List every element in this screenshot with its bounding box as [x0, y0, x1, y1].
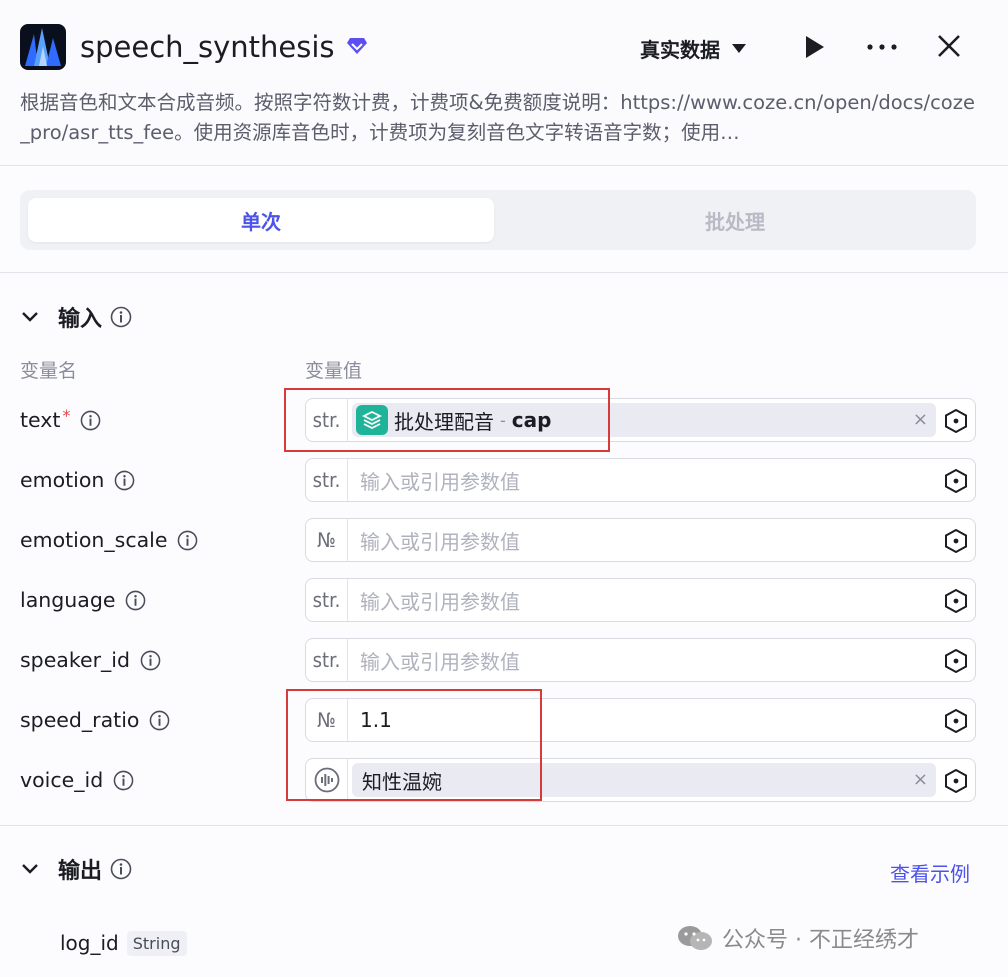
type-chip-number: №	[306, 519, 348, 561]
variable-picker-icon[interactable]	[943, 468, 969, 494]
param-label-speaker-id: speaker_id	[20, 638, 161, 682]
clear-reference-icon[interactable]: ×	[913, 409, 928, 430]
param-name: text	[20, 408, 61, 432]
variable-picker-icon[interactable]	[943, 528, 969, 554]
type-chip-number: №	[306, 699, 348, 741]
param-name: emotion_scale	[20, 528, 168, 552]
input-section-title: 输入	[58, 307, 103, 332]
watermark-text: 公众号 · 不正经绣才	[722, 928, 919, 953]
col-header-value: 变量值	[305, 360, 363, 382]
chevron-down-icon[interactable]	[20, 859, 40, 879]
param-label-text: text *	[20, 398, 101, 442]
run-icon[interactable]	[800, 33, 828, 61]
info-icon[interactable]	[140, 650, 161, 671]
watermark: 公众号 · 不正经绣才	[676, 920, 919, 956]
param-label-emotion-scale: emotion_scale	[20, 518, 198, 562]
param-input[interactable]: 输入或引用参数值	[360, 639, 520, 681]
app-logo	[20, 24, 66, 70]
ref-separator: -	[500, 410, 506, 430]
variable-picker-icon[interactable]	[943, 408, 969, 434]
param-input[interactable]: 输入或引用参数值	[360, 459, 520, 501]
output-type-badge: String	[126, 930, 187, 956]
output-section-title: 输出	[58, 859, 103, 884]
param-name: speaker_id	[20, 648, 131, 672]
param-input[interactable]: 输入或引用参数值	[360, 519, 520, 561]
info-icon[interactable]	[149, 710, 170, 731]
chevron-down-icon[interactable]	[20, 307, 40, 327]
more-icon[interactable]	[864, 33, 900, 61]
app-title: speech_synthesis	[80, 30, 335, 64]
reference-tag[interactable]: 批处理配音 - cap ×	[352, 403, 936, 437]
info-icon[interactable]	[80, 410, 101, 431]
param-field-language[interactable]: str. 输入或引用参数值	[305, 578, 976, 622]
param-label-voice-id: voice_id	[20, 758, 134, 802]
param-label-emotion: emotion	[20, 458, 135, 502]
run-mode-tabs: 单次 批处理	[20, 190, 976, 250]
param-name: emotion	[20, 468, 105, 492]
type-chip-string: str.	[306, 579, 348, 621]
param-name: voice_id	[20, 768, 104, 792]
param-input[interactable]: 1.1	[360, 699, 392, 741]
pro-badge-icon	[347, 38, 367, 54]
data-mode-label: 真实数据	[640, 37, 720, 62]
view-example-link[interactable]: 查看示例	[890, 858, 970, 887]
type-chip-string: str.	[306, 399, 348, 441]
input-section-header[interactable]: 输入	[20, 300, 132, 334]
param-field-speed-ratio[interactable]: № 1.1	[305, 698, 976, 742]
divider	[0, 825, 1008, 826]
voice-name: 知性温婉	[362, 769, 442, 794]
type-chip-string: str.	[306, 459, 348, 501]
param-name: language	[20, 588, 116, 612]
caret-down-icon	[732, 43, 746, 53]
voice-type-icon	[306, 759, 348, 801]
tab-single[interactable]: 单次	[28, 198, 494, 242]
param-field-voice-id[interactable]: 知性温婉 ×	[305, 758, 976, 802]
param-name: speed_ratio	[20, 708, 140, 732]
voice-tag[interactable]: 知性温婉 ×	[352, 763, 936, 797]
param-field-emotion[interactable]: str. 输入或引用参数值	[305, 458, 976, 502]
output-section-header[interactable]: 输出	[20, 852, 132, 886]
close-icon[interactable]	[934, 31, 964, 61]
variable-picker-icon[interactable]	[943, 588, 969, 614]
info-icon[interactable]	[114, 470, 135, 491]
param-field-speaker-id[interactable]: str. 输入或引用参数值	[305, 638, 976, 682]
variable-picker-icon[interactable]	[943, 708, 969, 734]
output-field-row: log_id String	[60, 926, 187, 960]
batch-node-icon	[356, 405, 388, 435]
data-mode-select[interactable]: 真实数据	[640, 32, 746, 64]
param-field-emotion-scale[interactable]: № 输入或引用参数值	[305, 518, 976, 562]
info-icon[interactable]	[125, 590, 146, 611]
clear-voice-icon[interactable]: ×	[913, 769, 928, 790]
required-mark: *	[62, 406, 71, 425]
type-chip-string: str.	[306, 639, 348, 681]
variable-picker-icon[interactable]	[943, 648, 969, 674]
tab-batch[interactable]: 批处理	[502, 198, 968, 242]
output-field-name: log_id	[60, 931, 119, 955]
ref-node-name: 批处理配音	[394, 409, 494, 434]
panel-header: speech_synthesis 真实数据 根据音色和文本合成音频。按照字符数计…	[0, 0, 1008, 166]
divider	[0, 272, 1008, 273]
param-label-speed-ratio: speed_ratio	[20, 698, 170, 742]
wechat-icon	[678, 926, 712, 950]
param-input[interactable]: 输入或引用参数值	[360, 579, 520, 621]
node-description: 根据音色和文本合成音频。按照字符数计费，计费项&免费额度说明：https://w…	[20, 91, 975, 144]
info-icon[interactable]	[110, 306, 132, 328]
param-label-language: language	[20, 578, 146, 622]
ref-field-name: cap	[511, 408, 552, 432]
col-header-name: 变量名	[20, 360, 78, 382]
param-field-text[interactable]: str. 批处理配音 - cap ×	[305, 398, 976, 442]
info-icon[interactable]	[177, 530, 198, 551]
variable-picker-icon[interactable]	[943, 768, 969, 794]
info-icon[interactable]	[110, 858, 132, 880]
info-icon[interactable]	[113, 770, 134, 791]
